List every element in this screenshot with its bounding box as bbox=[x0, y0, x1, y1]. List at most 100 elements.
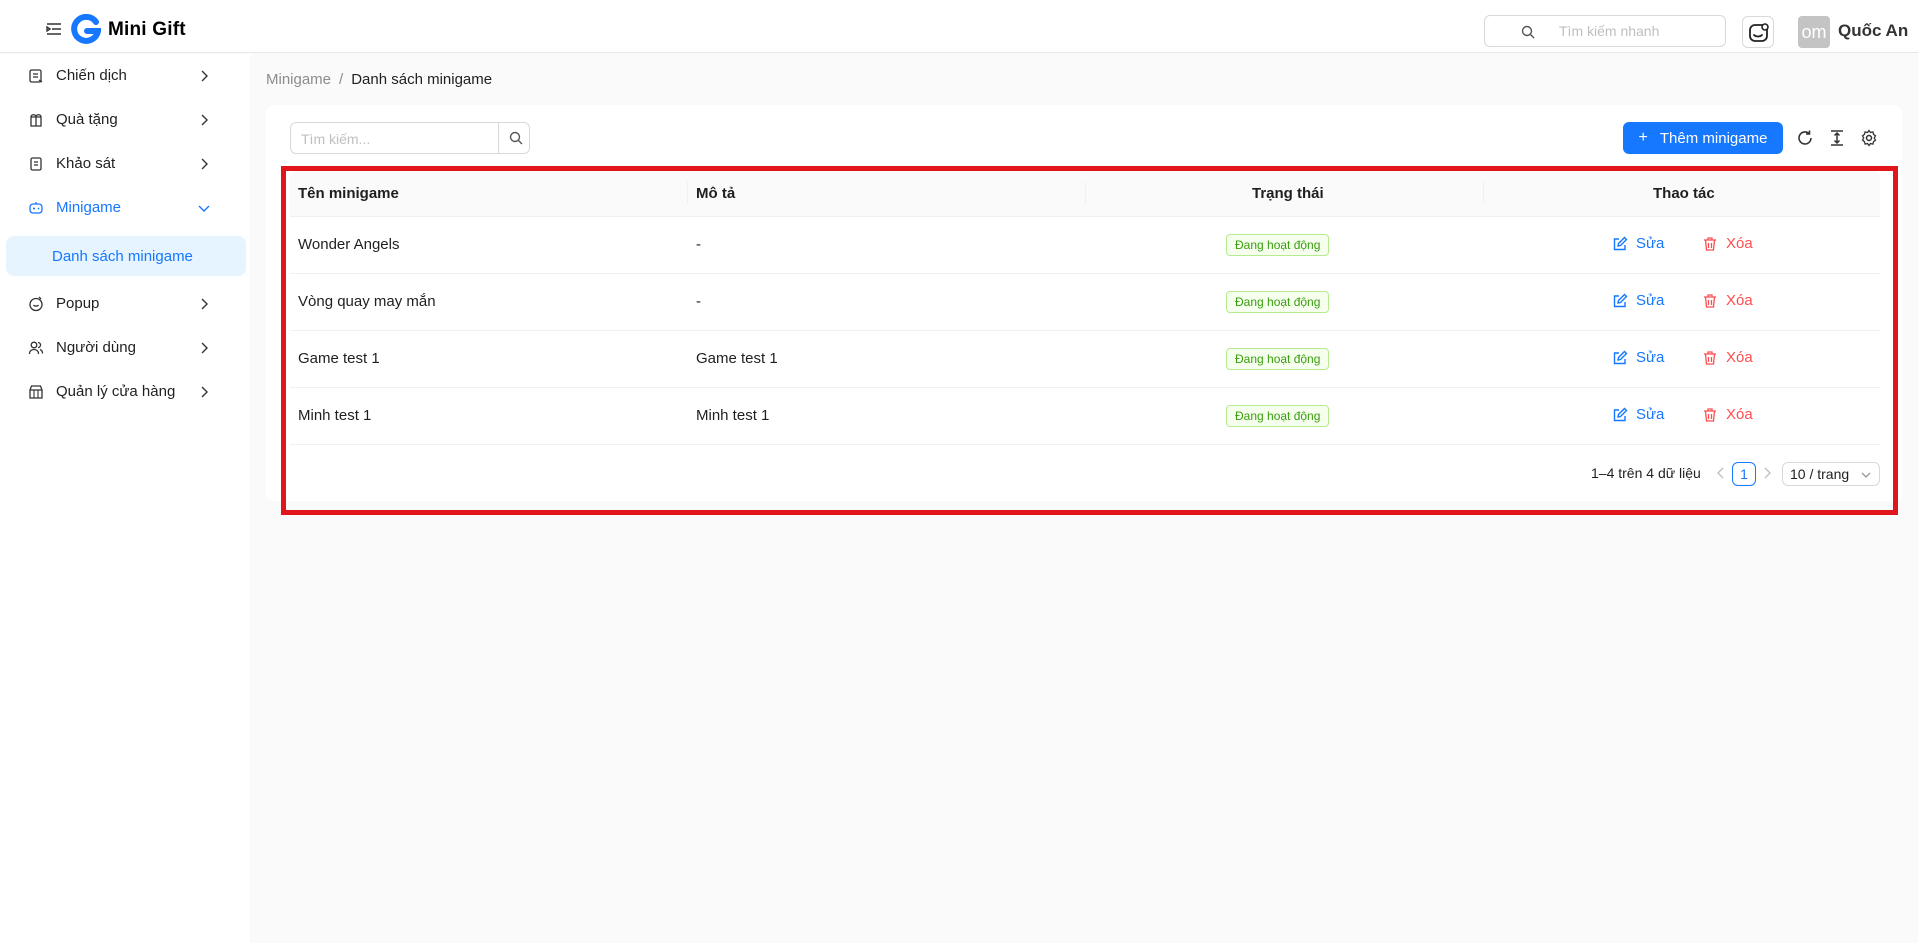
store-icon bbox=[29, 385, 43, 399]
delete-button[interactable]: Xóa bbox=[1702, 406, 1753, 423]
delete-label: Xóa bbox=[1726, 349, 1753, 366]
sidebar-item-label: Chiến dịch bbox=[56, 67, 127, 84]
edit-button[interactable]: Sửa bbox=[1612, 406, 1664, 423]
add-minigame-button[interactable]: + Thêm minigame bbox=[1623, 122, 1783, 154]
edit-label: Sửa bbox=[1636, 235, 1665, 252]
sidebar-item-campaigns[interactable]: Chiến dịch bbox=[0, 56, 250, 96]
cell-description: Game test 1 bbox=[696, 350, 778, 367]
edit-button[interactable]: Sửa bbox=[1612, 349, 1664, 366]
campaign-icon bbox=[29, 69, 43, 83]
column-header-name: Tên minigame bbox=[298, 185, 399, 202]
sidebar-subitem-label: Danh sách minigame bbox=[52, 248, 193, 265]
chevron-right-icon bbox=[201, 70, 208, 82]
app-title: Mini Gift bbox=[108, 19, 186, 40]
sidebar-subitem-minigame-list[interactable]: Danh sách minigame bbox=[6, 236, 246, 276]
table-row: Vòng quay may mắn - Đang hoạt động Sửa X… bbox=[290, 274, 1880, 331]
gift-icon bbox=[30, 114, 42, 127]
table-row: Game test 1 Game test 1 Đang hoạt động S… bbox=[290, 331, 1880, 388]
sidebar-item-label: Người dùng bbox=[56, 339, 136, 356]
survey-icon bbox=[30, 157, 42, 171]
chevron-down-icon bbox=[1861, 472, 1871, 478]
add-minigame-label: Thêm minigame bbox=[1659, 129, 1768, 147]
edit-icon bbox=[1613, 350, 1628, 364]
pagination-page-1[interactable]: 1 bbox=[1732, 462, 1756, 486]
status-badge: Đang hoạt động bbox=[1226, 405, 1330, 427]
column-header-actions: Thao tác bbox=[1653, 185, 1715, 202]
delete-label: Xóa bbox=[1726, 406, 1753, 423]
plus-icon: + bbox=[1638, 129, 1648, 146]
chevron-right-icon bbox=[201, 158, 208, 170]
setting-icon[interactable] bbox=[1860, 129, 1878, 147]
edit-label: Sửa bbox=[1636, 292, 1665, 309]
column-divider bbox=[687, 182, 688, 204]
cell-name: Vòng quay may mắn bbox=[298, 293, 436, 310]
reload-icon[interactable] bbox=[1796, 129, 1814, 147]
page-size-select[interactable]: 10 / trang bbox=[1782, 462, 1880, 486]
chevron-right-icon[interactable] bbox=[1761, 467, 1773, 479]
column-height-icon[interactable] bbox=[1828, 129, 1846, 147]
table-row: Wonder Angels - Đang hoạt động Sửa Xóa bbox=[290, 217, 1880, 274]
sidebar-item-label: Minigame bbox=[56, 199, 122, 216]
user-name[interactable]: Quốc An bbox=[1838, 21, 1908, 41]
quick-search-input[interactable] bbox=[1559, 21, 1719, 41]
delete-icon bbox=[1704, 293, 1716, 308]
search-button[interactable] bbox=[498, 123, 529, 153]
status-badge: Đang hoạt động bbox=[1226, 348, 1330, 370]
delete-label: Xóa bbox=[1726, 235, 1753, 252]
table-header: Tên minigame Mô tả Trạng thái Thao tác bbox=[290, 170, 1880, 217]
status-badge: Đang hoạt động bbox=[1226, 291, 1330, 313]
chevron-right-icon bbox=[201, 114, 208, 126]
sidebar-item-store-management[interactable]: Quản lý cửa hàng bbox=[0, 372, 250, 412]
breadcrumb-separator: / bbox=[339, 71, 344, 88]
sidebar-item-label: Popup bbox=[56, 295, 100, 312]
breadcrumb: Minigame / Danh sách minigame bbox=[266, 71, 492, 88]
menu-toggle-icon[interactable] bbox=[46, 22, 62, 36]
chevron-right-icon bbox=[201, 386, 208, 398]
column-divider bbox=[1483, 182, 1484, 204]
cell-name: Minh test 1 bbox=[298, 407, 372, 424]
search-icon bbox=[1521, 25, 1535, 39]
sidebar-item-popup[interactable]: Popup bbox=[0, 284, 250, 324]
chat-button[interactable] bbox=[1742, 16, 1774, 48]
breadcrumb-current: Danh sách minigame bbox=[351, 71, 493, 88]
top-header: Mini Gift om Quốc An bbox=[0, 0, 1918, 53]
delete-label: Xóa bbox=[1726, 292, 1753, 309]
cell-name: Game test 1 bbox=[298, 350, 380, 367]
edit-label: Sửa bbox=[1636, 349, 1665, 366]
chevron-right-icon bbox=[201, 342, 208, 354]
cell-name: Wonder Angels bbox=[298, 236, 400, 253]
sidebar-item-gifts[interactable]: Quà tặng bbox=[0, 100, 250, 140]
pagination-summary: 1–4 trên 4 dữ liệu bbox=[1591, 465, 1701, 481]
edit-icon bbox=[1613, 236, 1628, 250]
quick-search[interactable] bbox=[1484, 15, 1726, 47]
chevron-down-icon bbox=[198, 205, 210, 212]
cell-description: - bbox=[696, 236, 701, 253]
sidebar-item-label: Quản lý cửa hàng bbox=[56, 383, 176, 400]
table-search[interactable] bbox=[290, 122, 530, 154]
popup-icon bbox=[29, 296, 43, 312]
search-input[interactable] bbox=[301, 129, 486, 149]
sidebar-item-label: Quà tặng bbox=[56, 111, 118, 128]
mini-gift-logo bbox=[71, 13, 102, 44]
cell-description: Minh test 1 bbox=[696, 407, 770, 424]
sidebar-item-label: Khảo sát bbox=[56, 155, 116, 172]
column-divider bbox=[1085, 182, 1086, 204]
edit-icon bbox=[1613, 293, 1628, 307]
chevron-left-icon[interactable] bbox=[1715, 467, 1727, 479]
delete-button[interactable]: Xóa bbox=[1702, 349, 1753, 366]
sidebar-item-users[interactable]: Người dùng bbox=[0, 328, 250, 368]
table-row: Minh test 1 Minh test 1 Đang hoạt động S… bbox=[290, 388, 1880, 445]
sidebar-item-surveys[interactable]: Khảo sát bbox=[0, 144, 250, 184]
column-header-status: Trạng thái bbox=[1252, 185, 1324, 202]
delete-icon bbox=[1704, 236, 1716, 251]
game-icon bbox=[29, 202, 43, 214]
edit-button[interactable]: Sửa bbox=[1612, 292, 1664, 309]
sidebar-item-minigame[interactable]: Minigame bbox=[0, 188, 250, 228]
delete-button[interactable]: Xóa bbox=[1702, 292, 1753, 309]
delete-icon bbox=[1704, 350, 1716, 365]
breadcrumb-parent[interactable]: Minigame bbox=[266, 71, 331, 88]
delete-button[interactable]: Xóa bbox=[1702, 235, 1753, 252]
column-header-description: Mô tả bbox=[696, 185, 736, 202]
edit-button[interactable]: Sửa bbox=[1612, 235, 1664, 252]
avatar[interactable]: om bbox=[1798, 16, 1830, 48]
